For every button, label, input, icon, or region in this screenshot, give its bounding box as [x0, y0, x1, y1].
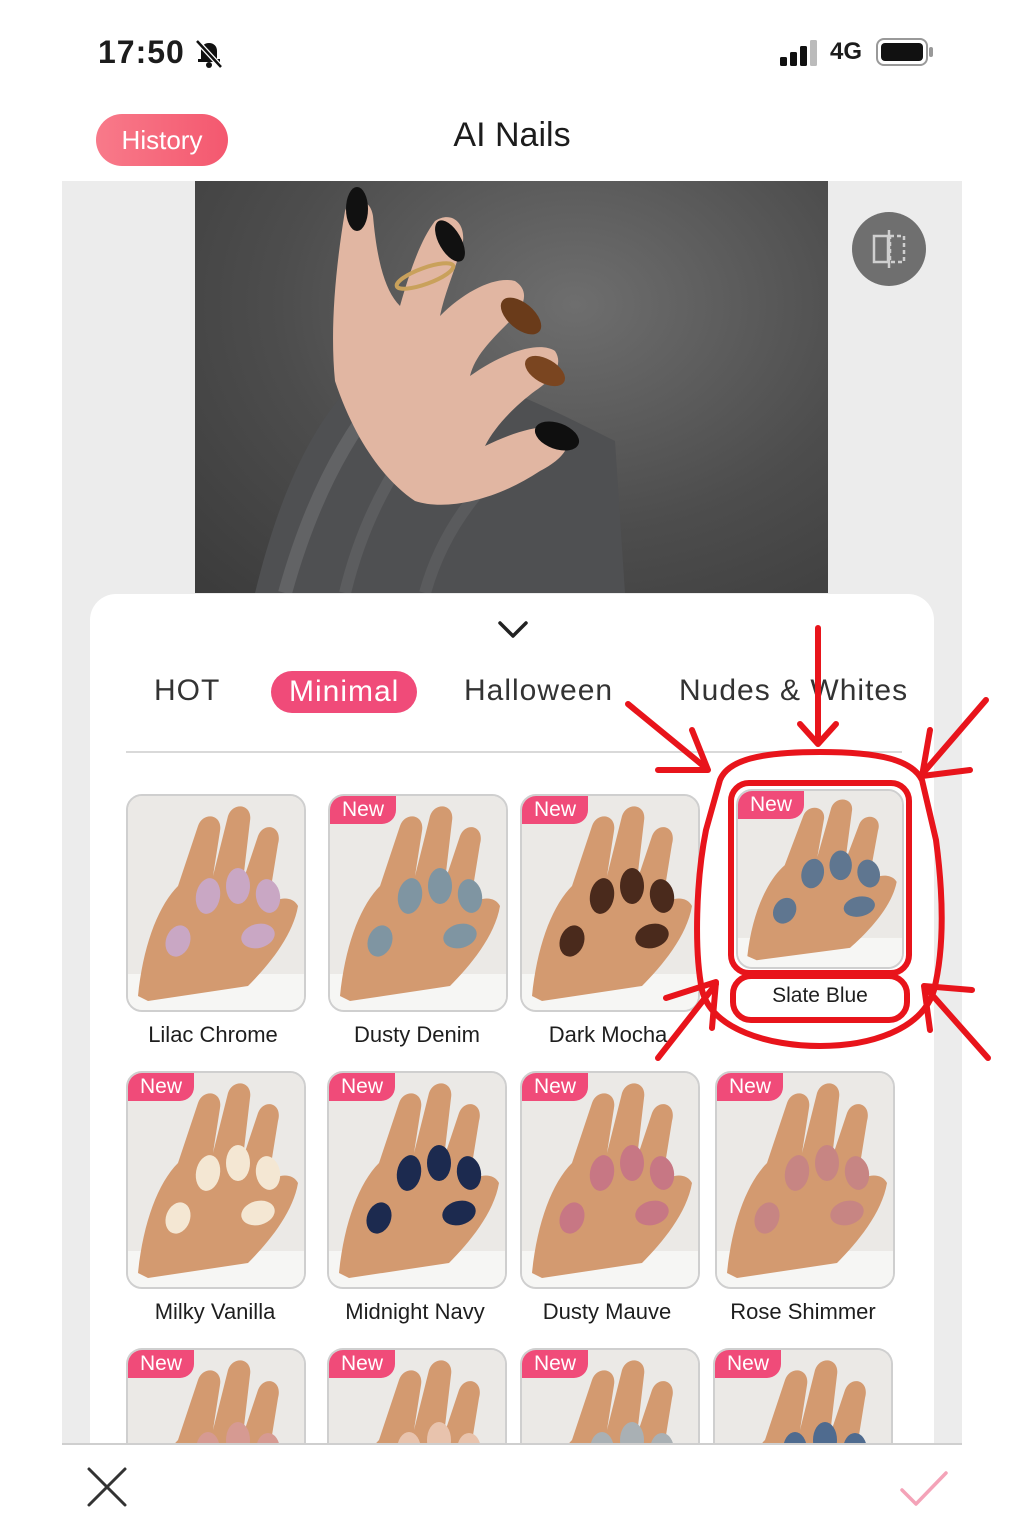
style-label: Dusty Denim	[354, 1022, 480, 1047]
tab-hot[interactable]: HOT	[154, 674, 220, 708]
nail-thumbnail	[717, 1073, 893, 1287]
style-label: Rose Shimmer	[730, 1299, 876, 1324]
new-badge: New	[522, 1073, 589, 1101]
style-card-dusty-mauve[interactable]: New	[520, 1071, 700, 1289]
style-label: Lilac Chrome	[148, 1022, 278, 1047]
nail-thumbnail	[329, 1073, 505, 1287]
style-card[interactable]: New	[126, 1348, 306, 1444]
status-time: 17:50	[98, 34, 185, 70]
new-badge: New	[717, 1073, 784, 1101]
compare-button[interactable]	[852, 212, 926, 286]
style-card-lilac-chrome[interactable]	[126, 794, 306, 1012]
signal-icon	[780, 40, 817, 66]
new-badge: New	[128, 1350, 195, 1378]
network-type: 4G	[830, 38, 863, 65]
new-badge: New	[128, 1073, 195, 1101]
style-card[interactable]: New	[327, 1348, 507, 1444]
style-label: Dusty Mauve	[542, 1299, 672, 1324]
close-icon[interactable]	[86, 1466, 128, 1508]
battery-icon	[876, 38, 933, 66]
hand-preview-photo	[195, 181, 828, 593]
new-badge: New	[330, 796, 397, 824]
nail-thumbnail	[522, 796, 698, 1010]
nail-thumbnail	[128, 796, 304, 1010]
status-bar: 17:50 4G	[0, 0, 1024, 100]
nail-thumbnail	[330, 796, 506, 1010]
style-card-rose-shimmer[interactable]: New	[715, 1071, 895, 1289]
new-badge: New	[522, 796, 589, 824]
style-card-slate-blue[interactable]: New	[736, 789, 904, 969]
nail-thumbnail	[522, 1073, 698, 1287]
style-card-milky-vanilla[interactable]: New	[126, 1071, 306, 1289]
style-card-dark-mocha[interactable]: New	[520, 794, 700, 1012]
new-badge: New	[715, 1350, 782, 1378]
nail-thumbnail	[128, 1073, 304, 1287]
style-card[interactable]: New	[713, 1348, 893, 1444]
style-label: Dark Mocha	[548, 1022, 668, 1047]
page-title: AI Nails	[453, 116, 571, 154]
bell-muted-icon	[195, 39, 223, 69]
bottom-divider	[62, 1443, 962, 1445]
confirm-check-icon[interactable]	[898, 1468, 950, 1510]
style-card[interactable]: New	[520, 1348, 700, 1444]
compare-icon	[872, 230, 906, 268]
new-badge: New	[738, 791, 805, 819]
tab-nudes-whites[interactable]: Nudes & Whites	[679, 674, 908, 708]
style-label: Milky Vanilla	[154, 1299, 276, 1324]
new-badge: New	[522, 1350, 589, 1378]
style-label: Midnight Navy	[345, 1299, 485, 1324]
style-label: Slate Blue	[772, 984, 868, 1007]
tab-halloween[interactable]: Halloween	[464, 674, 613, 708]
style-card-midnight-navy[interactable]: New	[327, 1071, 507, 1289]
tab-minimal[interactable]: Minimal	[271, 671, 418, 713]
new-badge: New	[329, 1350, 396, 1378]
collapse-chevron-icon[interactable]	[496, 614, 530, 644]
tab-divider	[126, 751, 902, 753]
style-card-dusty-denim[interactable]: New	[328, 794, 508, 1012]
new-badge: New	[329, 1073, 396, 1101]
